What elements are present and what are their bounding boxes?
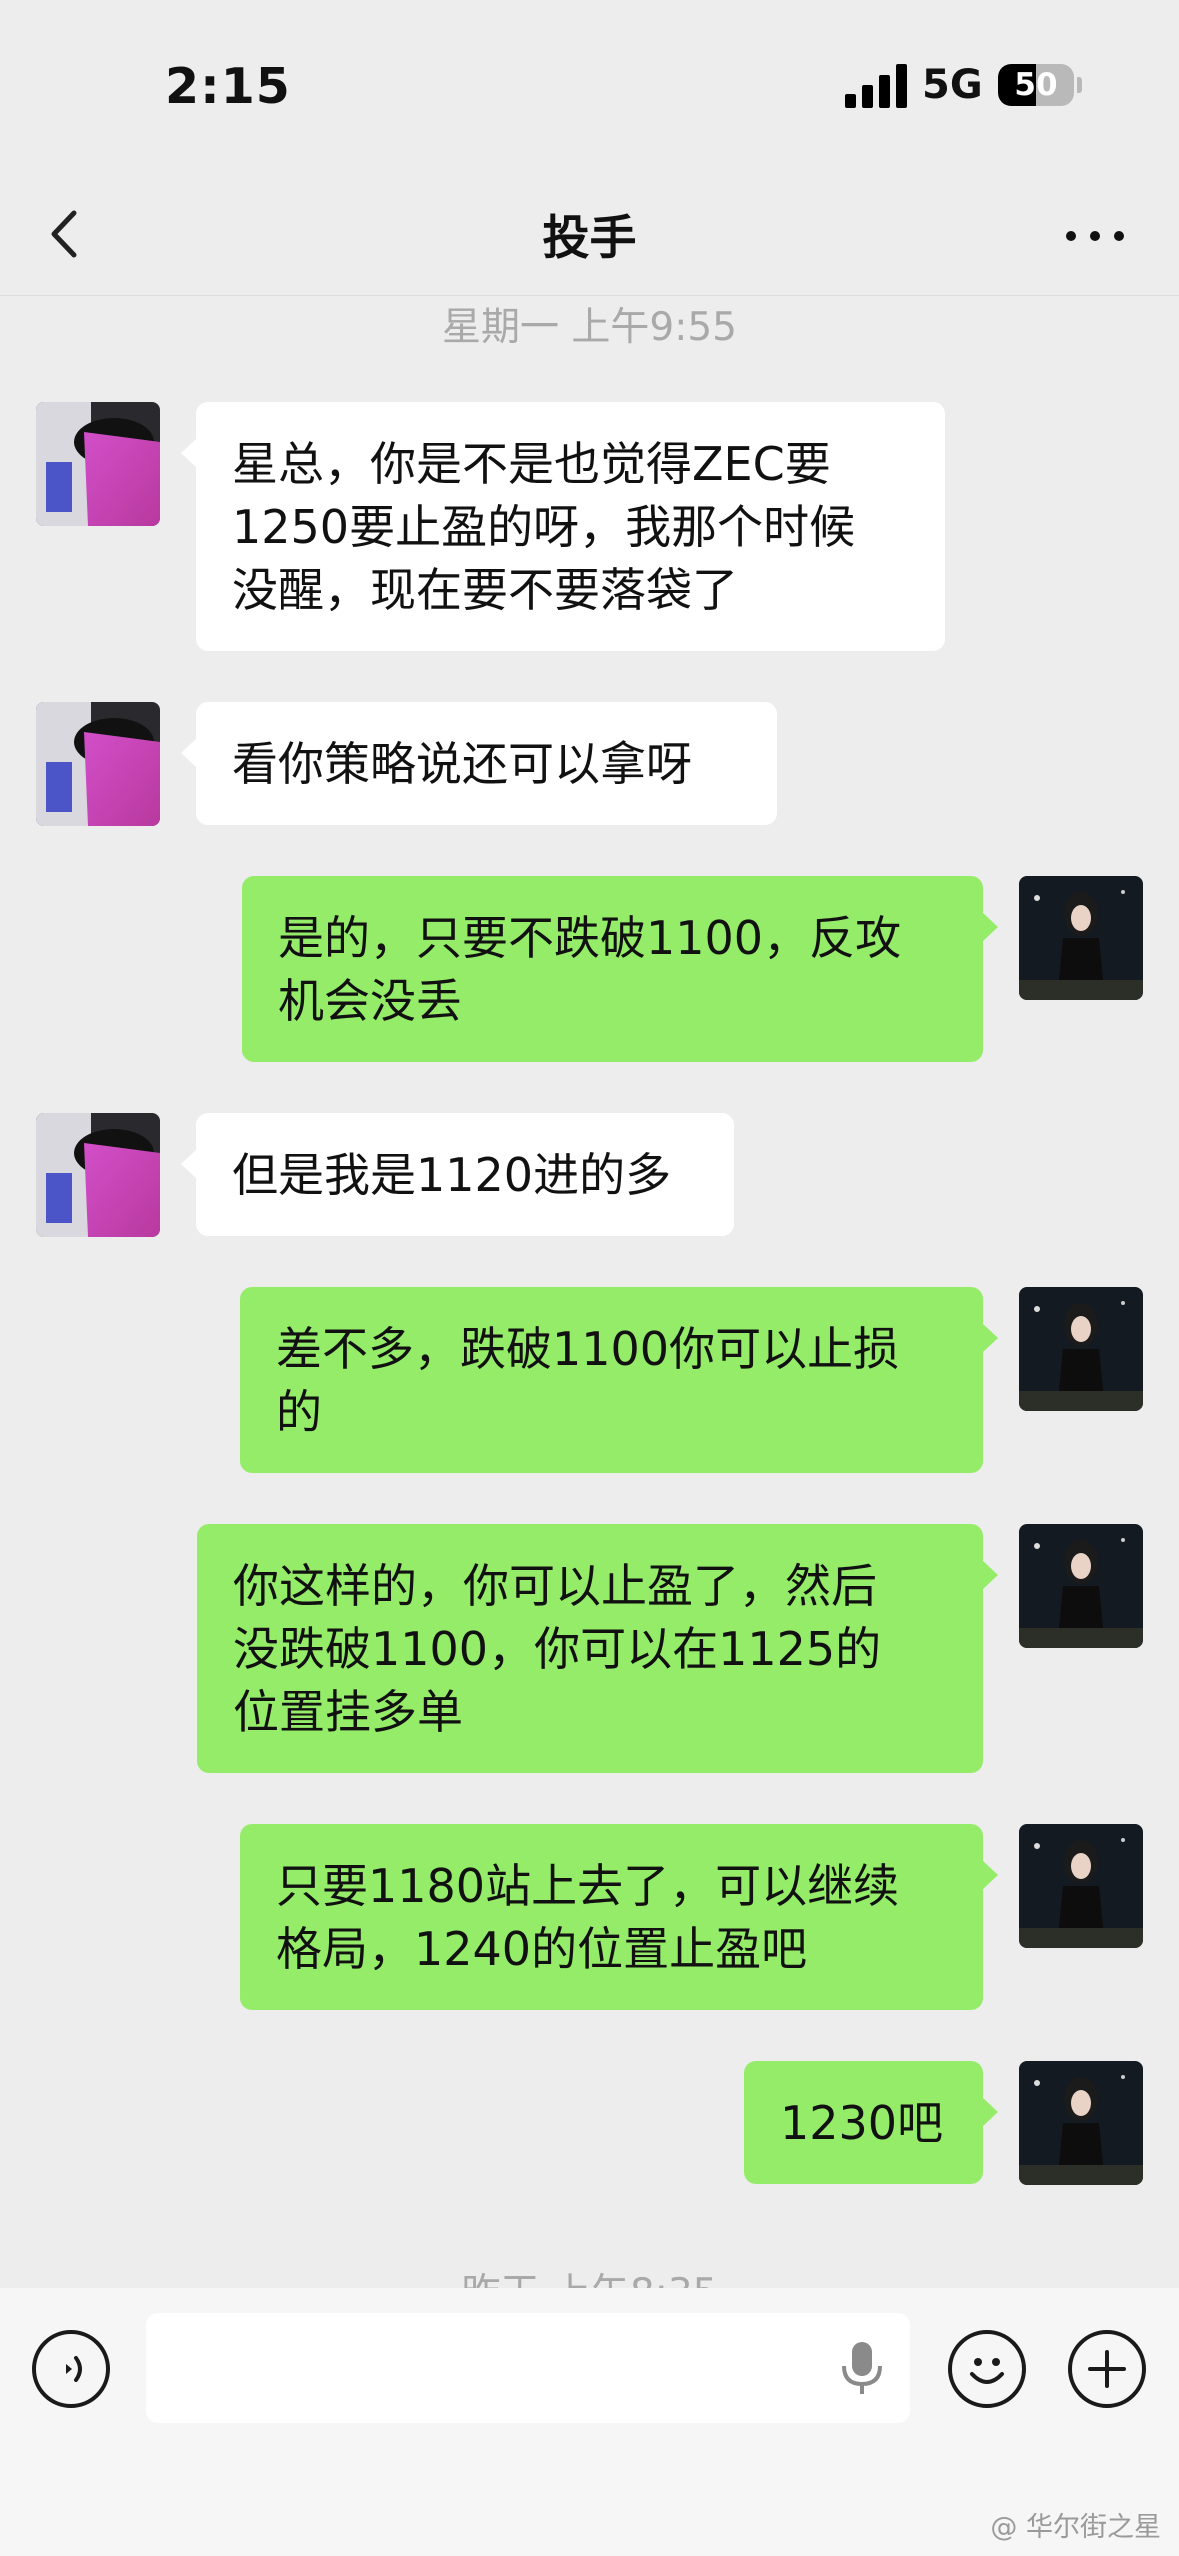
message-bubble-outgoing: 只要1180站上去了，可以继续 格局，1240的位置止盈吧	[240, 1824, 998, 2010]
add-more-button[interactable]	[1068, 2330, 1146, 2408]
contact-avatar[interactable]	[36, 1113, 160, 1237]
my-avatar[interactable]	[1019, 1524, 1143, 1648]
chat-title: 投手	[542, 211, 637, 266]
timestamp: 星期一 上午9:55	[442, 305, 737, 350]
message-bubble-outgoing: 差不多，跌破1100你可以止损 的	[240, 1287, 998, 1473]
smiley-icon	[970, 2358, 1004, 2384]
message-text: 差不多，跌破1100你可以止损 的	[276, 1322, 900, 1439]
signal-strength-icon	[845, 64, 907, 108]
message-bubble-outgoing: 你这样的，你可以止盈了，然后 没跌破1100，你可以在1125的 位置挂多单	[197, 1524, 998, 1773]
message-text: 只要1180站上去了，可以继续 格局，1240的位置止盈吧	[276, 1859, 900, 1976]
message-text: 但是我是1120进的多	[232, 1148, 672, 1202]
message-bubble-outgoing: 1230吧	[744, 2061, 998, 2184]
message-text: 星总，你是不是也觉得ZEC要 1250要止盈的呀，我那个时候 没醒，现在要不要落…	[232, 437, 856, 617]
network-type: 5G	[922, 62, 983, 108]
emoji-button[interactable]	[948, 2330, 1026, 2408]
my-avatar[interactable]	[1019, 2061, 1143, 2185]
message-bubble-outgoing: 是的，只要不跌破1100，反攻 机会没丢	[242, 876, 998, 1062]
my-avatar[interactable]	[1019, 1824, 1143, 1948]
more-dots-icon	[1066, 231, 1076, 241]
battery-icon: 50	[998, 64, 1074, 106]
battery-percent: 50	[1014, 67, 1058, 103]
message-text: 是的，只要不跌破1100，反攻 机会没丢	[278, 911, 902, 1028]
message-text: 1230吧	[780, 2096, 944, 2150]
battery-tip	[1077, 77, 1082, 93]
voice-toggle-button[interactable]	[32, 2330, 110, 2408]
message-text: 你这样的，你可以止盈了，然后 没跌破1100，你可以在1125的 位置挂多单	[233, 1559, 882, 1739]
status-bar: 2:15 5G 50	[0, 0, 1179, 175]
watermark: @ 华尔街之星	[990, 2512, 1161, 2543]
message-input[interactable]	[146, 2313, 910, 2423]
contact-avatar[interactable]	[36, 402, 160, 526]
voice-wave-icon	[66, 2356, 82, 2382]
plus-icon	[1088, 2350, 1126, 2388]
contact-avatar[interactable]	[36, 702, 160, 826]
chat-header: 投手	[0, 175, 1179, 296]
status-time: 2:15	[165, 58, 291, 115]
message-text: 看你策略说还可以拿呀	[232, 737, 692, 791]
my-avatar[interactable]	[1019, 1287, 1143, 1411]
message-bubble-incoming: 看你策略说还可以拿呀	[181, 702, 777, 825]
message-bubble-incoming: 星总，你是不是也觉得ZEC要 1250要止盈的呀，我那个时候 没醒，现在要不要落…	[181, 402, 945, 651]
message-bubble-incoming: 但是我是1120进的多	[181, 1113, 734, 1236]
my-avatar[interactable]	[1019, 876, 1143, 1000]
microphone-icon[interactable]	[836, 2338, 888, 2398]
more-options-button[interactable]	[1060, 215, 1130, 255]
input-bar: @ 华尔街之星	[0, 2288, 1179, 2556]
